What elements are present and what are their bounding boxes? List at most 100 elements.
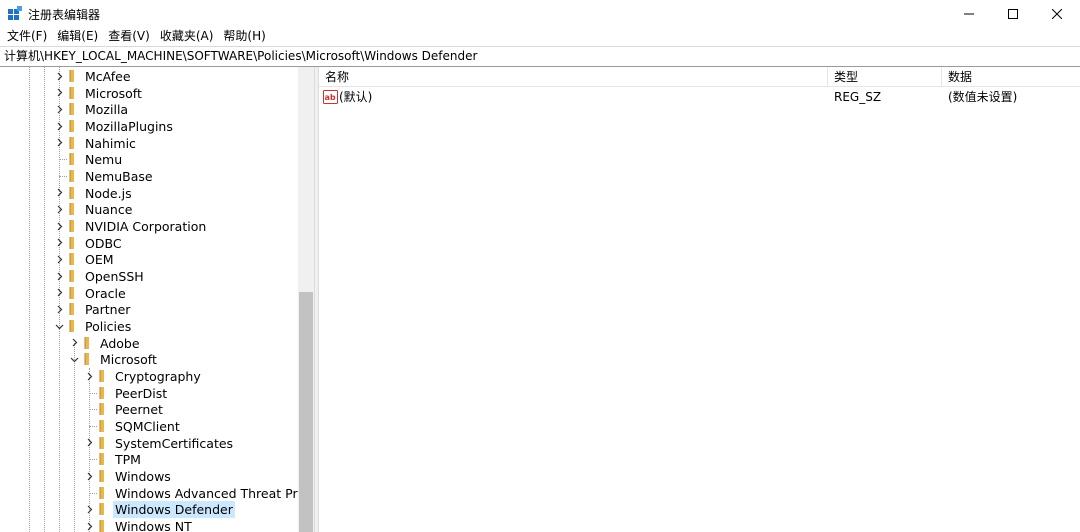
maximize-button[interactable] — [990, 0, 1036, 27]
tree-item-label: Cryptography — [115, 369, 201, 385]
column-header-type[interactable]: 类型 — [828, 67, 942, 87]
menu-file[interactable]: 文件(F) — [2, 27, 52, 46]
string-value-icon: ab — [323, 90, 338, 104]
tree-item-nuance[interactable]: Nuance — [0, 201, 298, 218]
chevron-right-icon[interactable] — [54, 268, 64, 284]
chevron-down-icon[interactable] — [69, 351, 79, 367]
tree-item-windows-defender[interactable]: Windows Defender — [0, 501, 298, 519]
tree-item-label: ODBC — [85, 235, 122, 251]
tree-item-oracle[interactable]: Oracle — [0, 285, 298, 302]
tree-item-systemcertificates[interactable]: SystemCertificates — [0, 435, 298, 452]
folder-icon — [67, 203, 79, 216]
svg-text:ab: ab — [325, 93, 336, 102]
tree-item-nemubase[interactable]: NemuBase — [0, 168, 298, 185]
chevron-right-icon[interactable] — [84, 501, 94, 517]
chevron-right-icon[interactable] — [54, 185, 64, 201]
tree-item-label: Windows Defender — [113, 501, 235, 519]
tree-item-mozillaplugins[interactable]: MozillaPlugins — [0, 118, 298, 135]
tree-item-adobe[interactable]: Adobe — [0, 335, 298, 352]
minimize-button[interactable] — [946, 0, 992, 27]
tree-item-tpm[interactable]: TPM — [0, 451, 298, 468]
tree-item-nahimic[interactable]: Nahimic — [0, 135, 298, 152]
chevron-right-icon[interactable] — [54, 201, 64, 217]
tree-item-policies[interactable]: Policies — [0, 318, 298, 335]
scroll-thumb[interactable] — [299, 292, 313, 532]
chevron-down-icon[interactable] — [54, 318, 64, 334]
tree-item-microsoft[interactable]: Microsoft — [0, 85, 298, 102]
tree-item-node-js[interactable]: Node.js — [0, 185, 298, 202]
chevron-right-icon[interactable] — [54, 68, 64, 84]
chevron-right-icon[interactable] — [54, 101, 64, 117]
tree-item-label: NemuBase — [85, 169, 153, 185]
menu-favorites[interactable]: 收藏夹(A) — [155, 27, 219, 46]
chevron-right-icon[interactable] — [54, 135, 64, 151]
menu-edit[interactable]: 编辑(E) — [52, 27, 103, 46]
tree-item-label: OpenSSH — [85, 269, 144, 285]
folder-icon — [82, 353, 94, 366]
folder-icon — [97, 436, 109, 449]
address-bar[interactable]: 计算机\HKEY_LOCAL_MACHINE\SOFTWARE\Policies… — [0, 46, 1080, 67]
list-item[interactable]: ab (默认) REG_SZ (数值未设置) — [319, 88, 1080, 106]
tree-connector — [89, 392, 97, 394]
folder-icon — [67, 186, 79, 199]
tree-item-label: Partner — [85, 302, 131, 318]
tree-item-nvidia-corporation[interactable]: NVIDIA Corporation — [0, 218, 298, 235]
column-header-data[interactable]: 数据 — [942, 67, 1080, 87]
chevron-right-icon[interactable] — [54, 285, 64, 301]
tree-item-oem[interactable]: OEM — [0, 251, 298, 268]
column-header-name[interactable]: 名称 — [319, 67, 828, 87]
folder-icon — [97, 403, 109, 416]
chevron-right-icon[interactable] — [54, 235, 64, 251]
folder-icon — [67, 153, 79, 166]
chevron-right-icon[interactable] — [54, 301, 64, 317]
tree-scrollbar[interactable] — [298, 67, 314, 532]
menu-help[interactable]: 帮助(H) — [218, 27, 270, 46]
tree-connector — [59, 159, 67, 161]
tree-item-label: MozillaPlugins — [85, 119, 173, 134]
tree-item-label: Microsoft — [85, 85, 142, 101]
folder-icon — [67, 136, 79, 149]
folder-icon — [67, 86, 79, 99]
chevron-right-icon[interactable] — [69, 335, 79, 351]
chevron-right-icon[interactable] — [54, 251, 64, 267]
tree-item-windows-nt[interactable]: Windows NT — [0, 518, 298, 532]
value-name: (默认) — [339, 90, 373, 104]
tree-item-peerdist[interactable]: PeerDist — [0, 385, 298, 402]
chevron-right-icon[interactable] — [54, 85, 64, 101]
tree-item-peernet[interactable]: Peernet — [0, 401, 298, 418]
tree-item-label: PeerDist — [115, 385, 168, 401]
tree-item-openssh[interactable]: OpenSSH — [0, 268, 298, 285]
tree-item-cryptography[interactable]: Cryptography — [0, 368, 298, 385]
tree-item-partner[interactable]: Partner — [0, 301, 298, 318]
folder-icon — [67, 170, 79, 183]
folder-icon — [67, 236, 79, 249]
chevron-right-icon[interactable] — [84, 435, 94, 451]
tree-item-sqmclient[interactable]: SQMClient — [0, 418, 298, 435]
tree-item-label: Windows NT — [115, 519, 192, 532]
chevron-right-icon[interactable] — [54, 218, 64, 234]
tree-connector — [89, 492, 97, 494]
chevron-right-icon[interactable] — [54, 118, 64, 134]
tree-item-windows-advanced-threat-prote[interactable]: Windows Advanced Threat Prote — [0, 485, 314, 502]
chevron-right-icon[interactable] — [84, 468, 94, 484]
chevron-right-icon[interactable] — [84, 368, 94, 384]
tree-item-label: Nemu — [85, 152, 123, 168]
chevron-right-icon[interactable] — [84, 518, 94, 532]
key-tree[interactable]: McAfee Microsoft Mozilla MozillaPlugins Nahi… — [0, 67, 314, 532]
tree-item-label: Windows Advanced Threat Prote — [115, 485, 314, 501]
tree-item-microsoft[interactable]: Microsoft — [0, 351, 298, 368]
tree-item-mcafee[interactable]: McAfee — [0, 68, 298, 85]
maximize-icon — [1008, 8, 1018, 19]
tree-item-odbc[interactable]: ODBC — [0, 235, 298, 252]
menu-view[interactable]: 查看(V) — [103, 27, 155, 46]
list-header: 名称 类型 数据 — [319, 67, 1080, 87]
menu-bar: 文件(F) 编辑(E) 查看(V) 收藏夹(A) 帮助(H) — [0, 27, 1080, 46]
folder-icon — [97, 520, 109, 532]
tree-item-nemu[interactable]: Nemu — [0, 151, 298, 168]
tree-item-label: TPM — [115, 452, 141, 468]
tree-item-windows[interactable]: Windows — [0, 468, 298, 485]
close-button[interactable] — [1034, 0, 1080, 27]
tree-item-mozilla[interactable]: Mozilla — [0, 101, 298, 118]
tree-item-label: OEM — [85, 252, 114, 268]
value-list[interactable]: 名称 类型 数据 ab (默认) REG_SZ (数值未设置) — [319, 67, 1080, 532]
